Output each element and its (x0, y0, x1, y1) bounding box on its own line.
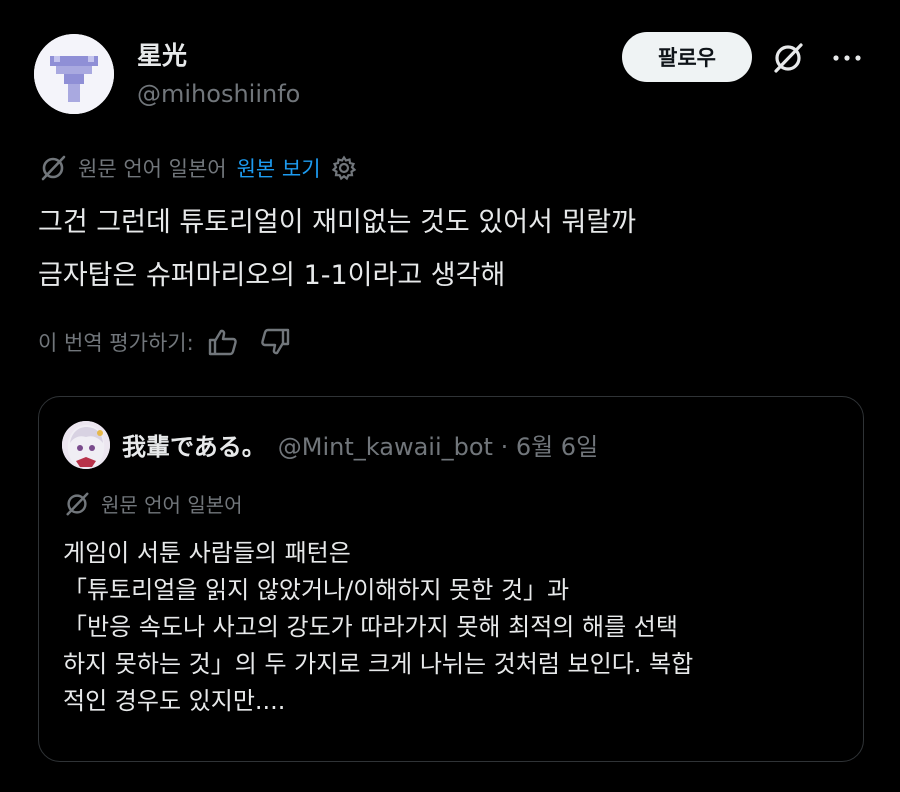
more-options-icon[interactable] (830, 44, 864, 72)
quoted-tweet-line: 적인 경우도 있지만.... (63, 687, 286, 715)
thumbs-down-icon[interactable] (258, 327, 292, 357)
source-language-label: 원문 언어 일본어 (78, 157, 227, 181)
quoted-author-meta[interactable]: @Mint_kawaii_bot · 6월 6일 (278, 427, 598, 462)
quoted-tweet-card[interactable]: 我輩である。 @Mint_kawaii_bot · 6월 6일 원문 언어 일본… (38, 396, 864, 762)
gear-icon[interactable] (331, 155, 357, 181)
translate-icon (38, 153, 68, 183)
quoted-author-name[interactable]: 我輩である。 (122, 427, 266, 462)
translate-icon (63, 490, 91, 518)
tweet-line: 금자탑은 슈퍼마리오의 1-1이라고 생각해 (38, 260, 506, 291)
quoted-tweet-text: 게임이 서툰 사람들의 패턴은 「튜토리얼을 읽지 않았거나/이해하지 못한 것… (63, 535, 843, 720)
quoted-tweet-line: 「튜토리얼을 읽지 않았거나/이해하지 못한 것」과 (63, 576, 570, 604)
follow-button[interactable]: 팔로우 (622, 32, 752, 82)
quoted-tweet-line: 게임이 서툰 사람들의 패턴은 (63, 539, 351, 567)
quoted-author-avatar[interactable] (62, 421, 110, 469)
translation-info: 원문 언어 일본어 원본 보기 (38, 153, 357, 183)
grok-icon[interactable] (770, 40, 806, 76)
rate-translation-label: 이 번역 평가하기: (38, 331, 194, 355)
tweet-line: 그건 그런데 튜토리얼이 재미없는 것도 있어서 뭐랄까 (38, 207, 636, 238)
quoted-tweet-line: 하지 못하는 것」의 두 가지로 크게 나뉘는 것처럼 보인다. 복합 (63, 650, 694, 678)
author-avatar[interactable] (34, 34, 114, 114)
quoted-translation-info: 원문 언어 일본어 (63, 489, 243, 518)
rate-translation: 이 번역 평가하기: (38, 327, 292, 357)
tweet-text: 그건 그런데 튜토리얼이 재미없는 것도 있어서 뭐랄까 금자탑은 슈퍼마리오의… (38, 196, 868, 302)
quoted-source-language-label: 원문 언어 일본어 (101, 493, 243, 517)
author-display-name[interactable]: 星光 (137, 36, 187, 72)
thumbs-up-icon[interactable] (206, 327, 240, 357)
quoted-tweet-header: 我輩である。 @Mint_kawaii_bot · 6월 6일 (122, 427, 598, 462)
author-handle[interactable]: @mihoshiinfo (137, 80, 300, 108)
quoted-tweet-line: 「반응 속도나 사고의 강도가 따라가지 못해 최적의 해를 선택 (63, 613, 678, 641)
show-original-link[interactable]: 원본 보기 (237, 153, 321, 183)
